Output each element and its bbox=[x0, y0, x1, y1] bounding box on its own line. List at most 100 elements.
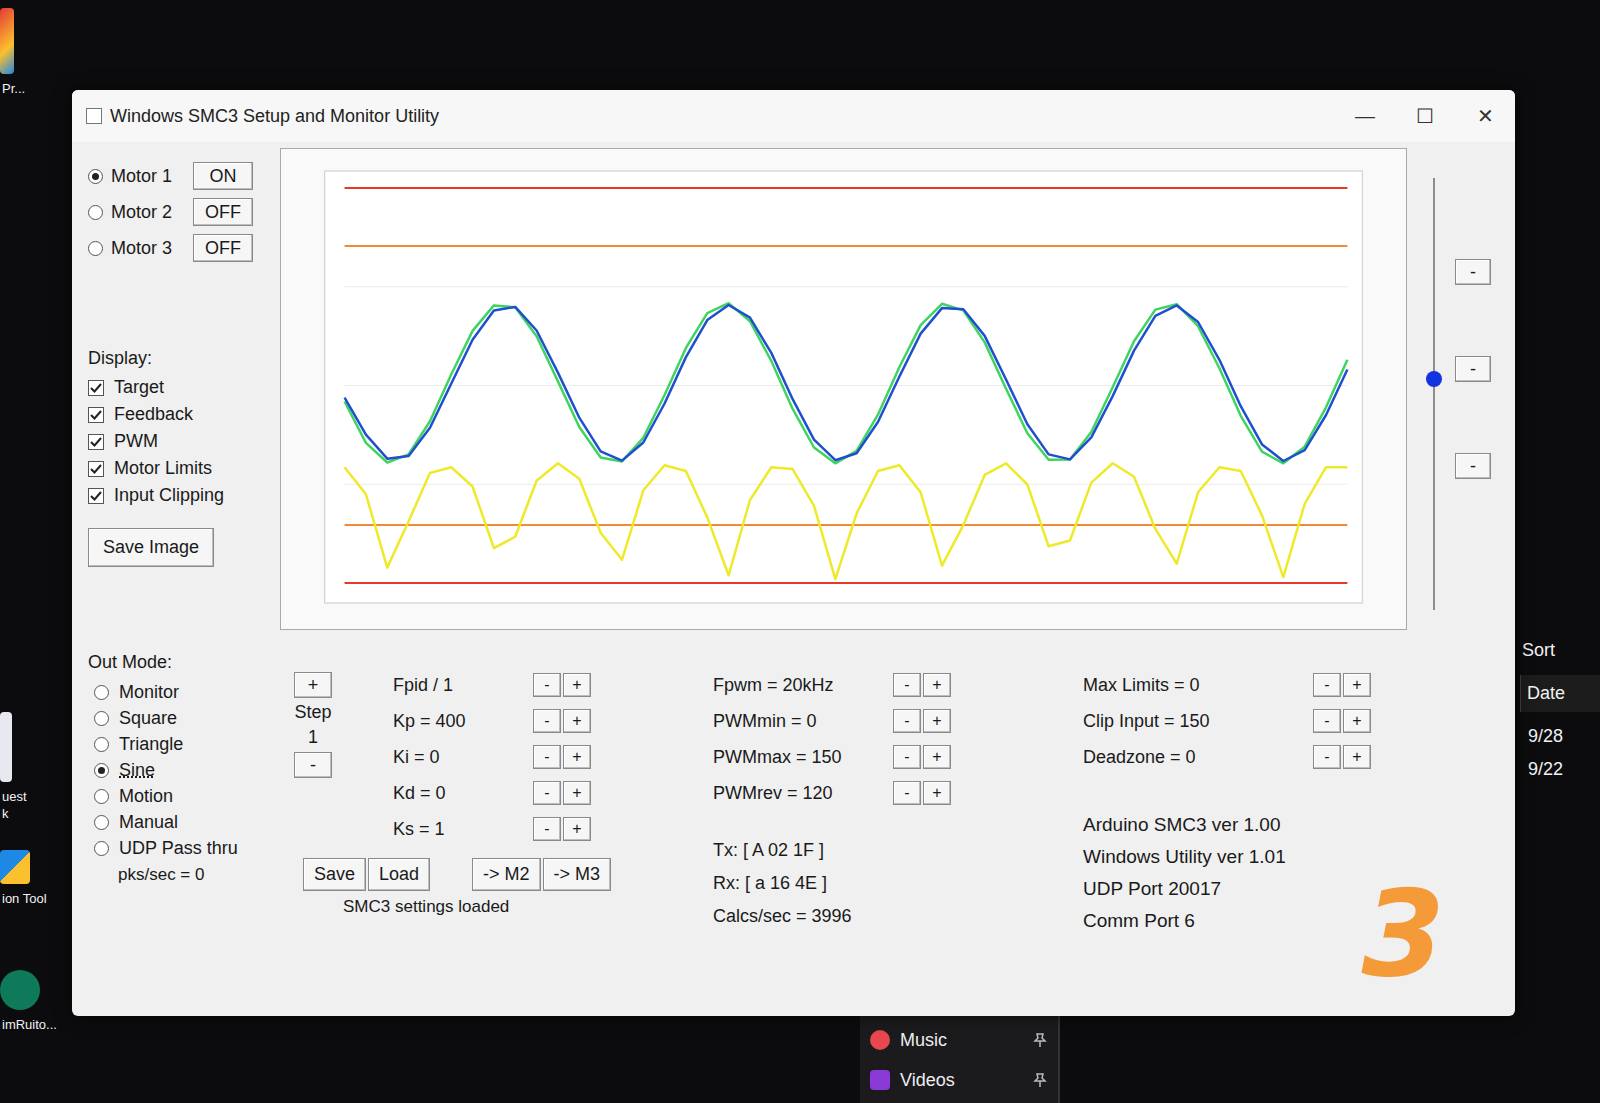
pwm-param: PWMmax = 150-+ bbox=[713, 742, 1053, 772]
pin-icon[interactable] bbox=[1032, 1072, 1048, 1088]
window-control-button[interactable]: — bbox=[1335, 90, 1395, 142]
out-mode-option[interactable]: Sine bbox=[88, 757, 253, 783]
checkbox[interactable] bbox=[88, 407, 104, 423]
step-up-button[interactable]: + bbox=[294, 672, 332, 698]
window-control-button[interactable]: ✕ bbox=[1455, 90, 1515, 142]
desktop-icon[interactable]: Pr... bbox=[0, 8, 68, 97]
motor-toggle-button[interactable]: OFF bbox=[193, 198, 253, 226]
vertical-slider[interactable] bbox=[1419, 148, 1449, 630]
adjust-button[interactable]: + bbox=[923, 709, 951, 733]
slider-thumb[interactable] bbox=[1426, 371, 1442, 387]
grid-line bbox=[345, 484, 1348, 485]
step-value: 1 bbox=[308, 727, 318, 748]
option-label: Motion bbox=[119, 786, 173, 807]
mode-radio[interactable] bbox=[94, 737, 109, 752]
checkbox[interactable] bbox=[88, 434, 104, 450]
file-button[interactable]: Load bbox=[368, 858, 430, 891]
menu-label: Videos bbox=[900, 1070, 1022, 1091]
display-option[interactable]: Input Clipping bbox=[88, 485, 268, 506]
adjust-button[interactable]: + bbox=[923, 781, 951, 805]
desktop-icon[interactable]: imRuito... bbox=[0, 970, 68, 1033]
adjust-button[interactable]: - bbox=[893, 709, 921, 733]
mode-radio[interactable] bbox=[94, 685, 109, 700]
file-button[interactable]: Save bbox=[303, 858, 366, 891]
motor-radio[interactable] bbox=[88, 205, 103, 220]
desktop-icon[interactable]: ion Tool bbox=[0, 850, 68, 907]
adjust-button[interactable]: + bbox=[563, 817, 591, 841]
menu-item[interactable]: Videos bbox=[870, 1060, 1048, 1100]
date-cell[interactable]: 9/28 bbox=[1520, 720, 1600, 753]
date-cell[interactable]: 9/22 bbox=[1520, 753, 1600, 786]
adjust-button[interactable]: + bbox=[563, 673, 591, 697]
out-mode-option[interactable]: Monitor bbox=[88, 679, 253, 705]
adjust-button[interactable]: + bbox=[563, 709, 591, 733]
mode-radio[interactable] bbox=[94, 789, 109, 804]
display-option[interactable]: Feedback bbox=[88, 404, 268, 425]
window-control-button[interactable]: ☐ bbox=[1395, 90, 1455, 142]
motor-row: Motor 2OFF bbox=[88, 198, 268, 226]
pin-icon[interactable] bbox=[1032, 1032, 1048, 1048]
adjust-button[interactable]: + bbox=[1343, 709, 1371, 733]
file-button[interactable]: -> M3 bbox=[543, 858, 612, 891]
option-label: Input Clipping bbox=[114, 485, 224, 506]
option-label: Motor Limits bbox=[114, 458, 212, 479]
out-mode-option[interactable]: Triangle bbox=[88, 731, 253, 757]
adjust-button[interactable]: - bbox=[893, 781, 921, 805]
adjust-button[interactable]: - bbox=[533, 745, 561, 769]
adjust-button[interactable]: + bbox=[563, 745, 591, 769]
out-mode-option[interactable]: Manual bbox=[88, 809, 253, 835]
mode-radio[interactable] bbox=[94, 711, 109, 726]
adjust-button[interactable]: + bbox=[1343, 673, 1371, 697]
zoom-button[interactable]: - bbox=[1455, 356, 1491, 382]
column-header[interactable]: Date bbox=[1520, 675, 1600, 712]
mode-radio[interactable] bbox=[94, 841, 109, 856]
display-option[interactable]: Target bbox=[88, 377, 268, 398]
adjust-button[interactable]: - bbox=[893, 745, 921, 769]
motor-toggle-button[interactable]: OFF bbox=[193, 234, 253, 262]
checkbox[interactable] bbox=[88, 380, 104, 396]
adjust-button[interactable]: - bbox=[1313, 673, 1341, 697]
out-mode-option[interactable]: Square bbox=[88, 705, 253, 731]
adjust-button[interactable]: + bbox=[923, 673, 951, 697]
app-icon bbox=[0, 850, 30, 884]
motor-toggle-button[interactable]: ON bbox=[193, 162, 253, 190]
app-icon bbox=[0, 970, 40, 1010]
adjust-button[interactable]: + bbox=[563, 781, 591, 805]
display-option[interactable]: PWM bbox=[88, 431, 268, 452]
save-image-button[interactable]: Save Image bbox=[88, 528, 214, 567]
step-label: Step bbox=[294, 702, 331, 723]
adjust-button[interactable]: - bbox=[1313, 709, 1341, 733]
adjust-button[interactable]: - bbox=[893, 673, 921, 697]
file-button[interactable]: -> M2 bbox=[472, 858, 541, 891]
plot-area bbox=[325, 171, 1363, 603]
display-option[interactable]: Motor Limits bbox=[88, 458, 268, 479]
annotation-number: 3 bbox=[1362, 874, 1446, 994]
mode-radio[interactable] bbox=[94, 763, 109, 778]
adjust-button[interactable]: - bbox=[1313, 745, 1341, 769]
series-line bbox=[345, 303, 1348, 463]
desktop-icon-label: uest bbox=[0, 788, 27, 805]
menu-item[interactable]: Music bbox=[870, 1020, 1048, 1060]
comm-readout: Rx: [ a 16 4E ] bbox=[713, 873, 1053, 894]
status-text: SMC3 settings loaded bbox=[283, 897, 683, 917]
adjust-button[interactable]: + bbox=[923, 745, 951, 769]
sort-button[interactable]: Sort bbox=[1520, 636, 1600, 675]
motor-radio[interactable] bbox=[88, 169, 103, 184]
adjust-button[interactable]: - bbox=[533, 673, 561, 697]
checkbox[interactable] bbox=[88, 461, 104, 477]
motor-radio[interactable] bbox=[88, 241, 103, 256]
motor-row: Motor 3OFF bbox=[88, 234, 268, 262]
out-mode-option[interactable]: UDP Pass thru bbox=[88, 835, 253, 861]
zoom-button[interactable]: - bbox=[1455, 259, 1491, 285]
desktop-icon[interactable]: uestk bbox=[0, 712, 68, 822]
adjust-button[interactable]: - bbox=[533, 709, 561, 733]
zoom-button[interactable]: - bbox=[1455, 453, 1491, 479]
out-mode-option[interactable]: Motion bbox=[88, 783, 253, 809]
mode-radio[interactable] bbox=[94, 815, 109, 830]
adjust-button[interactable]: - bbox=[533, 781, 561, 805]
step-down-button[interactable]: - bbox=[294, 752, 332, 778]
adjust-button[interactable]: + bbox=[1343, 745, 1371, 769]
param-label: Max Limits = 0 bbox=[1083, 675, 1313, 696]
checkbox[interactable] bbox=[88, 488, 104, 504]
adjust-button[interactable]: - bbox=[533, 817, 561, 841]
